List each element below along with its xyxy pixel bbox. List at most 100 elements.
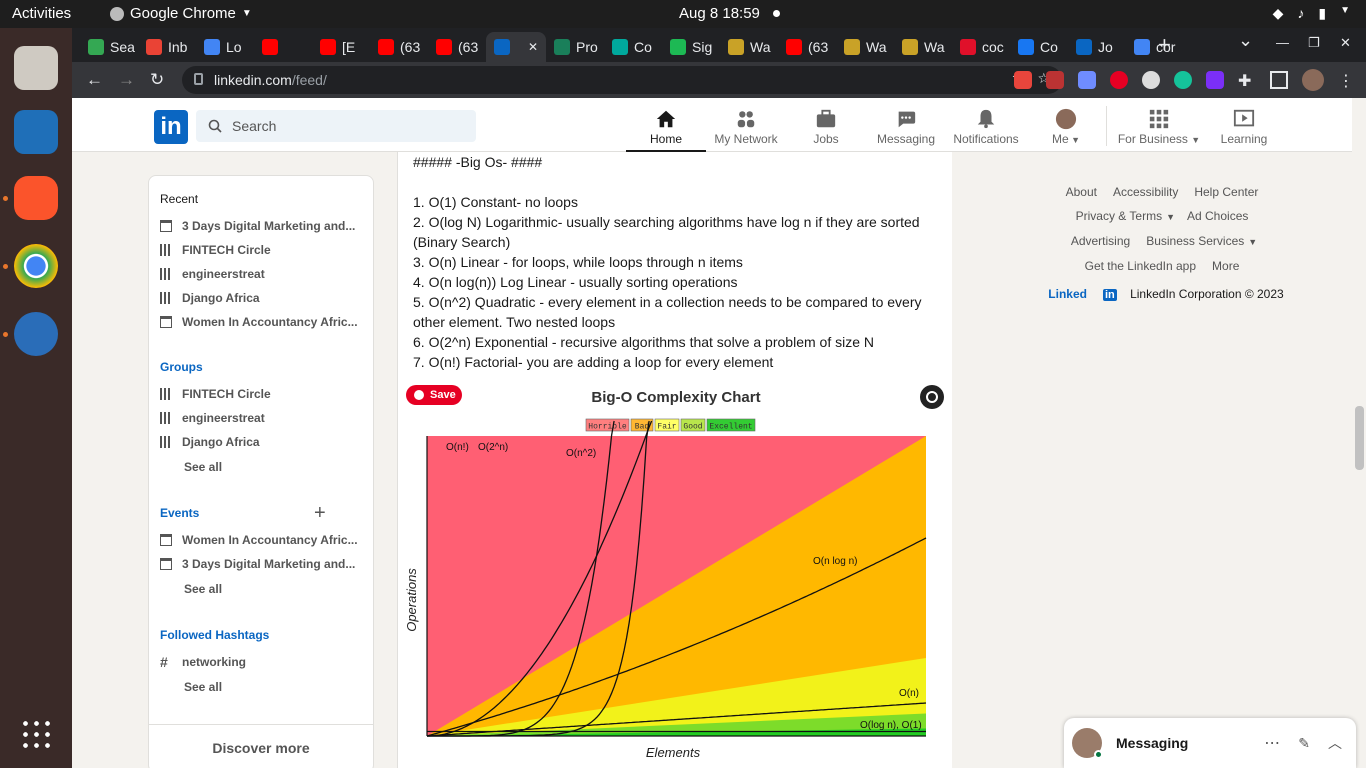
- browser-tab[interactable]: Sea: [80, 32, 138, 62]
- recent-item[interactable]: engineerstreat: [160, 262, 370, 286]
- linkedin-logo[interactable]: in: [154, 110, 188, 144]
- more-horiz-icon[interactable]: ⋯: [1264, 733, 1280, 753]
- browser-tab[interactable]: coc: [952, 32, 1010, 62]
- nav-messaging[interactable]: Messaging: [866, 104, 946, 152]
- add-event-icon[interactable]: +: [314, 502, 326, 525]
- event-item[interactable]: Women In Accountancy Afric...: [160, 528, 370, 552]
- recent-item[interactable]: Django Africa: [160, 286, 370, 310]
- app-grid-icon[interactable]: [20, 718, 52, 750]
- clock[interactable]: Aug 8 18:59: [679, 5, 760, 22]
- event-item[interactable]: 3 Days Digital Marketing and...: [160, 552, 370, 576]
- nav-jobs[interactable]: Jobs: [786, 104, 866, 152]
- footer-link[interactable]: Help Center: [1194, 185, 1258, 199]
- extension-icon[interactable]: [1014, 71, 1032, 89]
- brave-icon[interactable]: [14, 176, 58, 220]
- browser-tab[interactable]: Sig: [662, 32, 720, 62]
- discover-more-button[interactable]: Discover more: [149, 724, 373, 768]
- browser-tab[interactable]: Wa: [836, 32, 894, 62]
- footer-link[interactable]: Ad Choices: [1187, 209, 1248, 223]
- chevron-down-icon: ▼: [1340, 5, 1350, 16]
- app-menu[interactable]: Google Chrome ▼: [110, 5, 252, 22]
- nav-me[interactable]: Me ▼: [1026, 104, 1106, 152]
- forward-icon[interactable]: →: [118, 70, 135, 90]
- browser-tab[interactable]: Co: [604, 32, 662, 62]
- groups-see-all[interactable]: See all: [160, 454, 370, 480]
- footer-link[interactable]: More: [1212, 259, 1239, 273]
- browser-tab[interactable]: Jo: [1068, 32, 1126, 62]
- events-title[interactable]: Events: [160, 506, 370, 520]
- hashtag-item[interactable]: # networking: [160, 650, 370, 674]
- pinterest-icon[interactable]: [1110, 71, 1128, 89]
- reload-icon[interactable]: ↻: [150, 70, 164, 90]
- chevron-up-icon[interactable]: ︿: [1328, 733, 1342, 753]
- browser-tab[interactable]: Inb: [138, 32, 196, 62]
- footer-link[interactable]: Business Services: [1146, 234, 1244, 248]
- footer-link[interactable]: About: [1066, 185, 1097, 199]
- group-item[interactable]: FINTECH Circle: [160, 382, 370, 406]
- maximize-icon[interactable]: ❐: [1308, 35, 1320, 51]
- address-bar[interactable]: linkedin.com/feed/ ⇪ ☆: [182, 66, 1062, 94]
- compose-icon[interactable]: ✎: [1298, 735, 1310, 752]
- favicon-icon: [1076, 39, 1092, 55]
- more-vert-icon[interactable]: ⋮: [1338, 71, 1354, 91]
- learning-link[interactable]: Learning: [1204, 104, 1284, 152]
- browser-tab[interactable]: (63: [778, 32, 836, 62]
- timer-icon[interactable]: [14, 312, 58, 356]
- search-input[interactable]: Search: [196, 110, 476, 142]
- big-o-chart: Big-O Complexity Chart Horrible Bad Fair Go…: [404, 389, 927, 760]
- scrollbar-thumb[interactable]: [1355, 406, 1364, 470]
- groups-title[interactable]: Groups: [160, 360, 370, 374]
- files-icon[interactable]: [14, 46, 58, 90]
- tab-active[interactable]: ✕: [486, 32, 546, 62]
- events-see-all[interactable]: See all: [160, 576, 370, 602]
- minimize-icon[interactable]: —: [1276, 35, 1289, 50]
- browser-tab[interactable]: Wa: [720, 32, 778, 62]
- nav-label: Home: [649, 132, 682, 146]
- writer-icon[interactable]: [14, 110, 58, 154]
- recent-item[interactable]: FINTECH Circle: [160, 238, 370, 262]
- sidepanel-icon[interactable]: [1270, 71, 1288, 89]
- window-close-icon[interactable]: ✕: [1340, 35, 1351, 51]
- browser-tab[interactable]: Pro: [546, 32, 604, 62]
- jobs-icon: [816, 109, 836, 128]
- post-image[interactable]: Save Big-O Complexity Chart Horrible Bad F…: [398, 378, 954, 768]
- recent-item[interactable]: Women In Accountancy Afric...: [160, 310, 370, 334]
- group-item[interactable]: engineerstreat: [160, 406, 370, 430]
- extension-icon[interactable]: [1142, 71, 1160, 89]
- browser-tab[interactable]: cor: [1126, 32, 1184, 62]
- hashtags-title[interactable]: Followed Hashtags: [160, 628, 370, 642]
- tab-list-icon[interactable]: ⌄: [1238, 30, 1253, 51]
- browser-tab[interactable]: Co: [1010, 32, 1068, 62]
- hashtags-see-all[interactable]: See all: [160, 674, 370, 700]
- browser-tab[interactable]: Wa: [894, 32, 952, 62]
- recent-item[interactable]: 3 Days Digital Marketing and...: [160, 214, 370, 238]
- extension-icon[interactable]: [1046, 71, 1064, 89]
- avatar[interactable]: [1302, 69, 1324, 91]
- new-tab-icon[interactable]: +: [1158, 32, 1171, 58]
- footer-link[interactable]: Advertising: [1071, 234, 1130, 248]
- system-tray[interactable]: ◆ ♪ ▮ ▼: [1273, 5, 1350, 22]
- close-icon[interactable]: ✕: [528, 40, 538, 54]
- nav-my-network[interactable]: My Network: [706, 104, 786, 152]
- footer-link[interactable]: Get the LinkedIn app: [1085, 259, 1196, 273]
- messaging-overlay[interactable]: Messaging ⋯ ✎ ︿: [1064, 718, 1356, 768]
- grammarly-icon[interactable]: [1174, 71, 1192, 89]
- nav-home[interactable]: Home: [626, 104, 706, 152]
- browser-tab[interactable]: (63: [370, 32, 428, 62]
- for-business-menu[interactable]: For Business ▼: [1112, 104, 1206, 152]
- nav-notifications[interactable]: Notifications: [946, 104, 1026, 152]
- footer-link[interactable]: Accessibility: [1113, 185, 1178, 199]
- activities-button[interactable]: Activities: [12, 5, 71, 22]
- puzzle-icon[interactable]: ✚: [1238, 71, 1256, 90]
- browser-tab[interactable]: Lo: [196, 32, 254, 62]
- extension-icon[interactable]: [1206, 71, 1224, 89]
- chrome-icon[interactable]: [14, 244, 58, 288]
- browser-tab[interactable]: [254, 32, 312, 62]
- browser-tab[interactable]: [E: [312, 32, 370, 62]
- group-item[interactable]: Django Africa: [160, 430, 370, 454]
- browser-tab[interactable]: (63: [428, 32, 486, 62]
- extension-icon[interactable]: [1078, 71, 1096, 89]
- running-indicator: [3, 264, 8, 269]
- footer-link[interactable]: Privacy & Terms: [1076, 209, 1162, 223]
- back-icon[interactable]: ←: [86, 70, 103, 90]
